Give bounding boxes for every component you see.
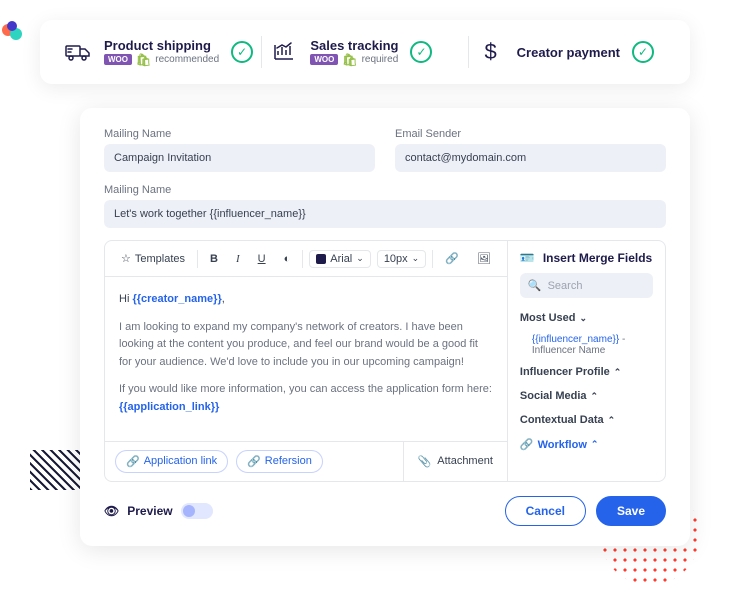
logo-icon xyxy=(0,20,26,46)
section-contextual-data[interactable]: Contextual Data ⌃ xyxy=(508,408,665,432)
section-most-used[interactable]: Most Used ⌄ xyxy=(508,306,665,330)
decoration-hash-2 xyxy=(30,450,80,490)
email-editor-card: Mailing Name Email Sender Mailing Name ☆… xyxy=(80,108,690,546)
image-button[interactable]: 🖼 xyxy=(471,249,497,268)
woo-badge: WOO xyxy=(104,54,132,65)
check-icon: ✓ xyxy=(231,41,253,63)
subject-input[interactable] xyxy=(104,200,666,228)
merge-panel: 🪪Insert Merge Fields 🔍Search Most Used ⌄… xyxy=(508,240,666,482)
status-sales: Sales tracking WOO🛍required ✓ xyxy=(270,38,459,67)
truck-icon xyxy=(64,38,92,66)
attachment-button[interactable]: 📎Attachment xyxy=(403,442,507,481)
size-select[interactable]: 10px ⌄ xyxy=(377,250,426,268)
templates-button[interactable]: ☆ Templates xyxy=(115,249,191,268)
font-select[interactable]: Arial ⌄ xyxy=(309,250,371,268)
email-sender-label: Email Sender xyxy=(395,128,666,140)
preview-toggle[interactable] xyxy=(181,503,213,519)
mailing-name-label: Mailing Name xyxy=(104,128,375,140)
clear-format-button[interactable]: ◐ xyxy=(278,250,297,268)
check-icon: ✓ xyxy=(632,41,654,63)
shipping-title: Product shipping xyxy=(104,38,219,53)
mailing-name-input[interactable] xyxy=(104,144,375,172)
check-icon: ✓ xyxy=(410,41,432,63)
save-button[interactable]: Save xyxy=(596,496,666,526)
section-social-media[interactable]: Social Media ⌃ xyxy=(508,384,665,408)
chip-refersion[interactable]: 🔗Refersion xyxy=(236,450,323,473)
chevron-down-icon: ⌄ xyxy=(580,313,588,324)
application-link-tag: {{application_link}} xyxy=(119,401,219,413)
merge-item-influencer-name[interactable]: {{influencer_name}} - Influencer Name xyxy=(508,330,665,360)
contact-icon: 🪪 xyxy=(520,251,535,265)
chevron-up-icon: ⌃ xyxy=(591,391,599,402)
sales-title: Sales tracking xyxy=(310,38,398,53)
section-influencer-profile[interactable]: Influencer Profile ⌃ xyxy=(508,360,665,384)
status-shipping: Product shipping WOO🛍recommended ✓ xyxy=(64,38,253,67)
search-icon: 🔍 xyxy=(528,279,542,292)
editor-toolbar: ☆ Templates B I U ◐ Arial ⌄ 10px ⌄ 🔗 🖼 xyxy=(105,241,507,277)
merge-search-input[interactable]: 🔍Search xyxy=(520,273,653,298)
payment-title: Creator payment xyxy=(517,45,620,60)
link-icon: 🔗 xyxy=(247,455,261,468)
dollar-icon: $ xyxy=(477,38,505,66)
status-payment: $ Creator payment ✓ xyxy=(477,38,666,66)
subject-label: Mailing Name xyxy=(104,184,666,196)
section-workflow[interactable]: 🔗 Workflow ⌃ xyxy=(508,432,665,457)
link-icon: 🔗 xyxy=(126,455,140,468)
shopify-icon: 🛍 xyxy=(136,53,151,67)
italic-button[interactable]: I xyxy=(230,250,246,268)
preview-label: Preview xyxy=(127,504,172,518)
chart-icon xyxy=(270,38,298,66)
chevron-up-icon: ⌃ xyxy=(608,415,616,426)
editor-body[interactable]: Hi {{creator_name}}, I am looking to exp… xyxy=(105,277,507,441)
status-card: Product shipping WOO🛍recommended ✓ Sales… xyxy=(40,20,690,84)
chevron-up-icon: ⌃ xyxy=(614,367,622,378)
creator-name-tag: {{creator_name}} xyxy=(132,293,221,305)
link-icon: 🔗 xyxy=(520,438,534,451)
shopify-icon: 🛍 xyxy=(342,53,357,67)
eye-icon: 👁 xyxy=(104,504,119,518)
editor-panel: ☆ Templates B I U ◐ Arial ⌄ 10px ⌄ 🔗 🖼 H… xyxy=(104,240,508,482)
paperclip-icon: 📎 xyxy=(418,455,432,468)
chevron-up-icon: ⌃ xyxy=(591,439,599,450)
chip-application-link[interactable]: 🔗Application link xyxy=(115,450,228,473)
bold-button[interactable]: B xyxy=(204,250,224,268)
cancel-button[interactable]: Cancel xyxy=(505,496,586,526)
email-sender-input[interactable] xyxy=(395,144,666,172)
underline-button[interactable]: U xyxy=(252,250,272,268)
link-button[interactable]: 🔗 xyxy=(439,249,465,268)
woo-badge: WOO xyxy=(310,54,338,65)
